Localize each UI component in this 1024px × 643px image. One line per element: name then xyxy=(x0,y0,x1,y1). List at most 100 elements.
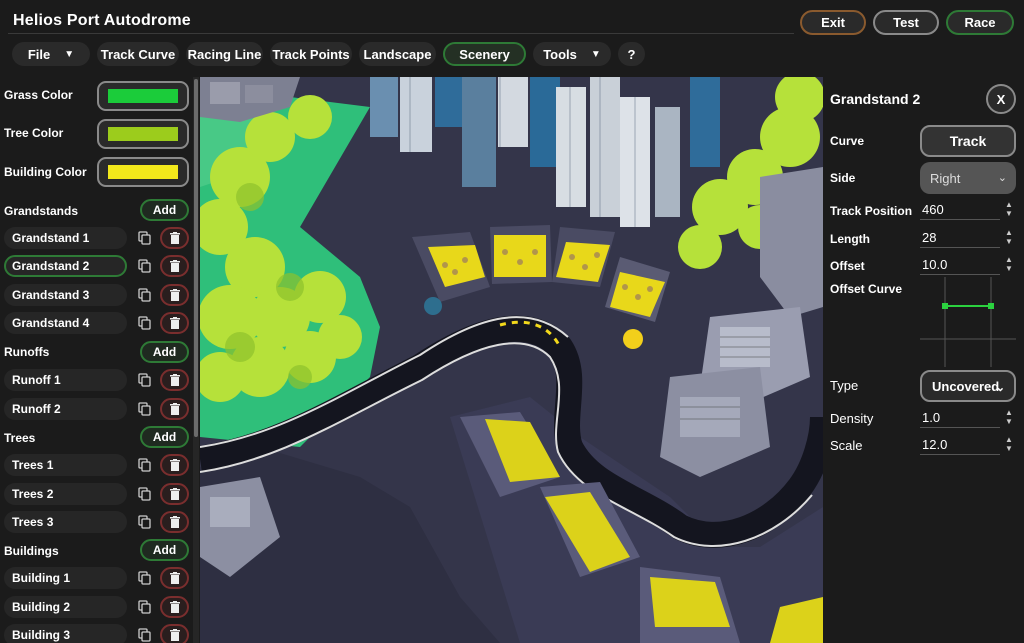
close-button[interactable]: X xyxy=(986,84,1016,114)
delete-trees-button[interactable] xyxy=(160,483,189,505)
menu-file[interactable]: File ▼ xyxy=(12,42,90,66)
copy-icon[interactable] xyxy=(135,257,153,275)
help-button[interactable]: ? xyxy=(618,42,645,66)
delete-trees-button[interactable] xyxy=(160,454,189,476)
type-value: Uncovered xyxy=(932,378,1000,394)
delete-building-button[interactable] xyxy=(160,596,189,618)
copy-icon[interactable] xyxy=(135,286,153,304)
delete-runoff-button[interactable] xyxy=(160,398,189,420)
chevron-down-icon: ⌄ xyxy=(995,382,1005,394)
curve-label: Curve xyxy=(830,134,865,148)
runoff-item[interactable]: Runoff 2 xyxy=(4,398,127,420)
offset-curve-label: Offset Curve xyxy=(830,282,903,296)
menu-tools-label: Tools xyxy=(543,46,577,62)
track-position-label: Track Position xyxy=(830,204,913,218)
grandstand-item[interactable]: Grandstand 4 xyxy=(4,312,127,334)
runoff-item[interactable]: Runoff 1 xyxy=(4,369,127,391)
test-button[interactable]: Test xyxy=(873,10,939,35)
trash-icon xyxy=(169,572,180,584)
sidebar-scroll-thumb[interactable] xyxy=(194,79,198,437)
grandstand-item[interactable]: Grandstand 3 xyxy=(4,284,127,306)
add-trees-button[interactable]: Add xyxy=(140,426,189,448)
runoffs-header: Runoffs xyxy=(4,345,50,359)
add-runoff-button[interactable]: Add xyxy=(140,341,189,363)
side-select[interactable]: Right ⌄ xyxy=(920,162,1016,194)
trees-item[interactable]: Trees 2 xyxy=(4,483,127,505)
copy-icon[interactable] xyxy=(135,626,153,643)
scene-viewport[interactable] xyxy=(200,77,823,643)
density-stepper[interactable]: ▲ ▼ xyxy=(1005,408,1015,426)
type-label: Type xyxy=(830,378,859,393)
copy-icon[interactable] xyxy=(135,371,153,389)
add-building-button[interactable]: Add xyxy=(140,539,189,561)
offset-input[interactable]: 10.0 xyxy=(920,255,1000,275)
copy-icon[interactable] xyxy=(135,229,153,247)
delete-trees-button[interactable] xyxy=(160,511,189,533)
copy-icon[interactable] xyxy=(135,400,153,418)
copy-icon[interactable] xyxy=(135,485,153,503)
delete-runoff-button[interactable] xyxy=(160,369,189,391)
trash-icon xyxy=(169,488,180,500)
length-input[interactable]: 28 xyxy=(920,228,1000,248)
exit-button[interactable]: Exit xyxy=(800,10,866,35)
offset-curve-editor[interactable] xyxy=(920,277,1016,367)
delete-grandstand-button[interactable] xyxy=(160,227,189,249)
grandstand-item[interactable]: Grandstand 1 xyxy=(4,227,127,249)
grass-color-label: Grass Color xyxy=(4,88,73,102)
buildings-header: Buildings xyxy=(4,544,59,558)
offset-stepper[interactable]: ▲ ▼ xyxy=(1005,255,1015,273)
scale-input[interactable]: 12.0 xyxy=(920,435,1000,455)
chevron-down-icon: ⌄ xyxy=(997,172,1007,184)
properties-title: Grandstand 2 xyxy=(830,91,921,107)
delete-grandstand-button[interactable] xyxy=(160,312,189,334)
menu-track-curve[interactable]: Track Curve xyxy=(97,42,179,66)
copy-icon[interactable] xyxy=(135,456,153,474)
copy-icon[interactable] xyxy=(135,598,153,616)
menu-racing-line[interactable]: Racing Line xyxy=(186,42,263,66)
building-item[interactable]: Building 1 xyxy=(4,567,127,589)
building-color-swatch xyxy=(108,165,178,179)
curve-point-handle xyxy=(988,303,994,309)
caret-down-icon: ▼ xyxy=(590,48,601,60)
delete-grandstand-button[interactable] xyxy=(160,284,189,306)
menu-track-points[interactable]: Track Points xyxy=(270,42,352,66)
type-select[interactable]: Uncovered ⌄ xyxy=(920,370,1016,402)
building-color-button[interactable] xyxy=(97,157,189,187)
app-title: Helios Port Autodrome xyxy=(13,12,191,29)
trash-icon xyxy=(169,459,180,471)
trash-icon xyxy=(169,516,180,528)
scale-stepper[interactable]: ▲ ▼ xyxy=(1005,435,1015,453)
trees-header: Trees xyxy=(4,431,36,445)
delete-grandstand-button[interactable] xyxy=(160,255,189,277)
delete-building-button[interactable] xyxy=(160,567,189,589)
race-button[interactable]: Race xyxy=(946,10,1014,35)
menu-tools[interactable]: Tools ▼ xyxy=(533,42,611,66)
menu-landscape[interactable]: Landscape xyxy=(359,42,436,66)
building-item[interactable]: Building 2 xyxy=(4,596,127,618)
grass-color-button[interactable] xyxy=(97,81,189,111)
length-stepper[interactable]: ▲ ▼ xyxy=(1005,228,1015,246)
building-color-label: Building Color xyxy=(4,165,87,179)
caret-down-icon: ▼ xyxy=(64,48,75,60)
side-label: Side xyxy=(830,171,856,185)
curve-handle-end xyxy=(623,329,643,349)
copy-icon[interactable] xyxy=(135,314,153,332)
add-grandstand-button[interactable]: Add xyxy=(140,199,189,221)
tree-color-button[interactable] xyxy=(97,119,189,149)
menu-scenery[interactable]: Scenery xyxy=(443,42,526,66)
trash-icon xyxy=(169,260,180,272)
copy-icon[interactable] xyxy=(135,513,153,531)
trees-item[interactable]: Trees 3 xyxy=(4,511,127,533)
grandstand-item-selected[interactable]: Grandstand 2 xyxy=(4,255,127,277)
copy-icon[interactable] xyxy=(135,569,153,587)
density-input[interactable]: 1.0 xyxy=(920,408,1000,428)
delete-building-button[interactable] xyxy=(160,624,189,643)
track-position-stepper[interactable]: ▲ ▼ xyxy=(1005,200,1015,218)
track-position-input[interactable]: 460 xyxy=(920,200,1000,220)
curve-point-handle xyxy=(942,303,948,309)
scale-label: Scale xyxy=(830,438,863,453)
curve-track-button[interactable]: Track xyxy=(920,125,1016,157)
building-item[interactable]: Building 3 xyxy=(4,624,127,643)
scenery-sidebar: Grass Color Tree Color Building Color Gr… xyxy=(0,77,200,643)
trees-item[interactable]: Trees 1 xyxy=(4,454,127,476)
